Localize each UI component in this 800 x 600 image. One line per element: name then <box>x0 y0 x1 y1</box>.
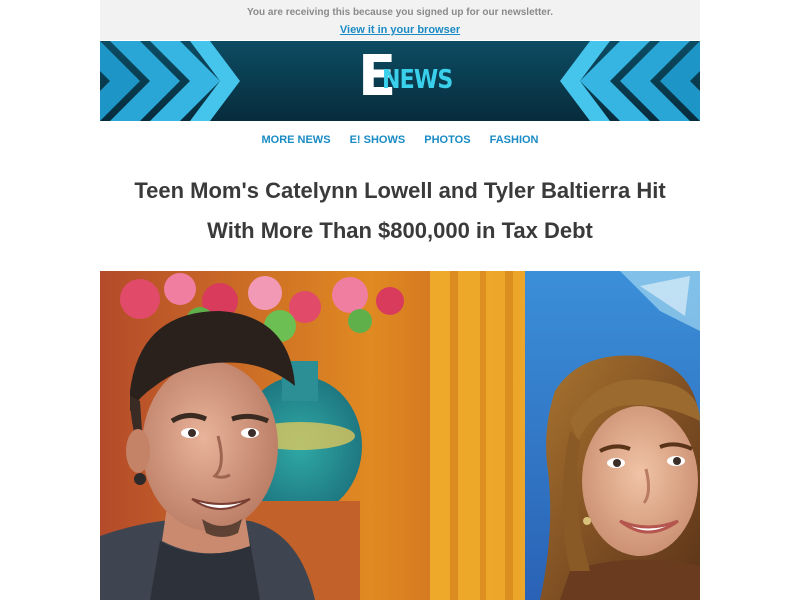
view-in-browser-link[interactable]: View it in your browser <box>340 23 460 37</box>
logo-word: NEWS <box>382 65 453 95</box>
nav-photos[interactable]: PHOTOS <box>424 134 470 146</box>
newsletter-email: You are receiving this because you signe… <box>100 0 700 600</box>
nav-e-shows[interactable]: E! SHOWS <box>350 134 406 146</box>
article-headline[interactable]: Teen Mom's Catelynn Lowell and Tyler Bal… <box>100 159 700 251</box>
enews-logo[interactable]: E NEWS <box>358 49 453 113</box>
nav-menu: MORE NEWS E! SHOWS PHOTOS FASHION <box>100 121 700 159</box>
chevron-pattern-left <box>100 41 240 121</box>
hero-image[interactable] <box>100 271 700 600</box>
nav-fashion[interactable]: FASHION <box>490 134 539 146</box>
header-banner: E NEWS <box>100 41 700 121</box>
preheader: You are receiving this because you signe… <box>100 0 700 40</box>
chevron-pattern-right <box>560 41 700 121</box>
subscription-notice: You are receiving this because you signe… <box>246 7 553 18</box>
nav-more-news[interactable]: MORE NEWS <box>261 134 330 146</box>
